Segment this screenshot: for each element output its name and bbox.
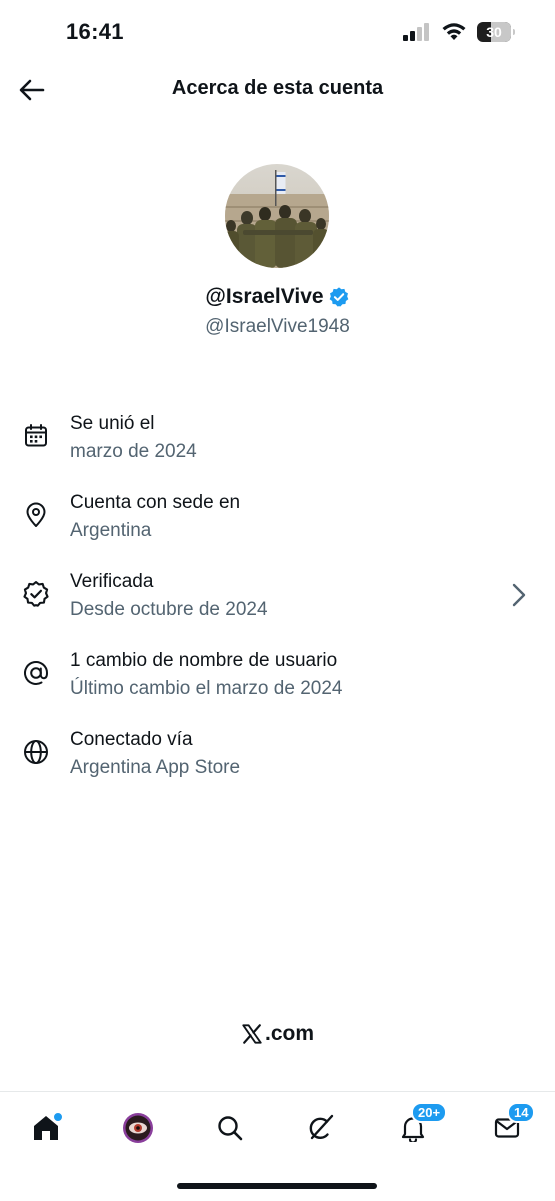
display-name: @IsraelVive — [205, 285, 324, 308]
info-subtitle: Argentina App Store — [70, 757, 241, 778]
avatar[interactable] — [225, 164, 329, 268]
x-logo-icon — [242, 1024, 262, 1044]
status-icons: 30 — [403, 22, 515, 42]
battery-icon: 30 — [477, 22, 515, 42]
home-notification-dot — [53, 1112, 63, 1122]
grok-icon — [309, 1114, 334, 1140]
info-row-username-change: 1 cambio de nombre de usuario Último cam… — [0, 637, 555, 716]
nav-grok[interactable] — [300, 1108, 340, 1148]
handle: @IsraelVive1948 — [205, 316, 350, 337]
info-row-connected-via: Conectado vía Argentina App Store — [0, 716, 555, 795]
signal-icon — [403, 23, 429, 41]
info-title: 1 cambio de nombre de usuario — [70, 650, 338, 671]
display-name-row: @IsraelVive — [0, 285, 555, 309]
location-pin-icon — [22, 501, 50, 529]
info-row-location: Cuenta con sede en Argentina — [0, 479, 555, 558]
info-row-verified[interactable]: Verificada Desde octubre de 2024 — [0, 558, 555, 637]
status-bar: 16:41 30 — [0, 0, 555, 62]
page-title: Acerca de esta cuenta — [171, 77, 384, 99]
home-indicator — [177, 1183, 377, 1189]
wifi-icon — [442, 23, 466, 40]
nav-search[interactable] — [210, 1108, 250, 1148]
notifications-badge: 20+ — [411, 1102, 448, 1123]
nav-home[interactable] — [26, 1108, 66, 1148]
verified-icon — [329, 287, 348, 307]
avatar-image — [225, 164, 329, 268]
verified-badge-icon — [22, 580, 50, 608]
brand-text: .com — [264, 1022, 314, 1045]
search-icon — [218, 1116, 243, 1141]
info-row-joined: Se unió el marzo de 2024 — [0, 400, 555, 479]
at-sign-icon — [22, 659, 50, 687]
nav-notifications[interactable]: 20+ — [393, 1102, 448, 1148]
messages-badge: 14 — [507, 1102, 536, 1123]
nav-messages[interactable]: 14 — [487, 1102, 536, 1148]
status-time: 16:41 — [66, 19, 124, 44]
globe-icon — [22, 738, 50, 766]
x-brand: .com — [0, 1022, 555, 1046]
info-title: Cuenta con sede en — [70, 492, 241, 513]
profile-avatar-icon — [123, 1113, 153, 1143]
info-title: Verificada — [70, 571, 154, 592]
info-title: Se unió el — [70, 413, 155, 434]
battery-level: 30 — [486, 24, 502, 40]
header: Acerca de esta cuenta — [0, 62, 555, 118]
info-subtitle: Último cambio el marzo de 2024 — [70, 678, 343, 699]
info-subtitle: marzo de 2024 — [70, 441, 197, 462]
chevron-right-icon — [512, 583, 526, 607]
info-title: Conectado vía — [70, 729, 193, 750]
info-subtitle: Argentina — [70, 520, 152, 541]
account-info-list: Se unió el marzo de 2024 Cuenta con sede… — [0, 400, 555, 795]
info-subtitle: Desde octubre de 2024 — [70, 599, 268, 620]
calendar-icon — [22, 422, 50, 450]
nav-profile-avatar[interactable] — [118, 1108, 158, 1148]
